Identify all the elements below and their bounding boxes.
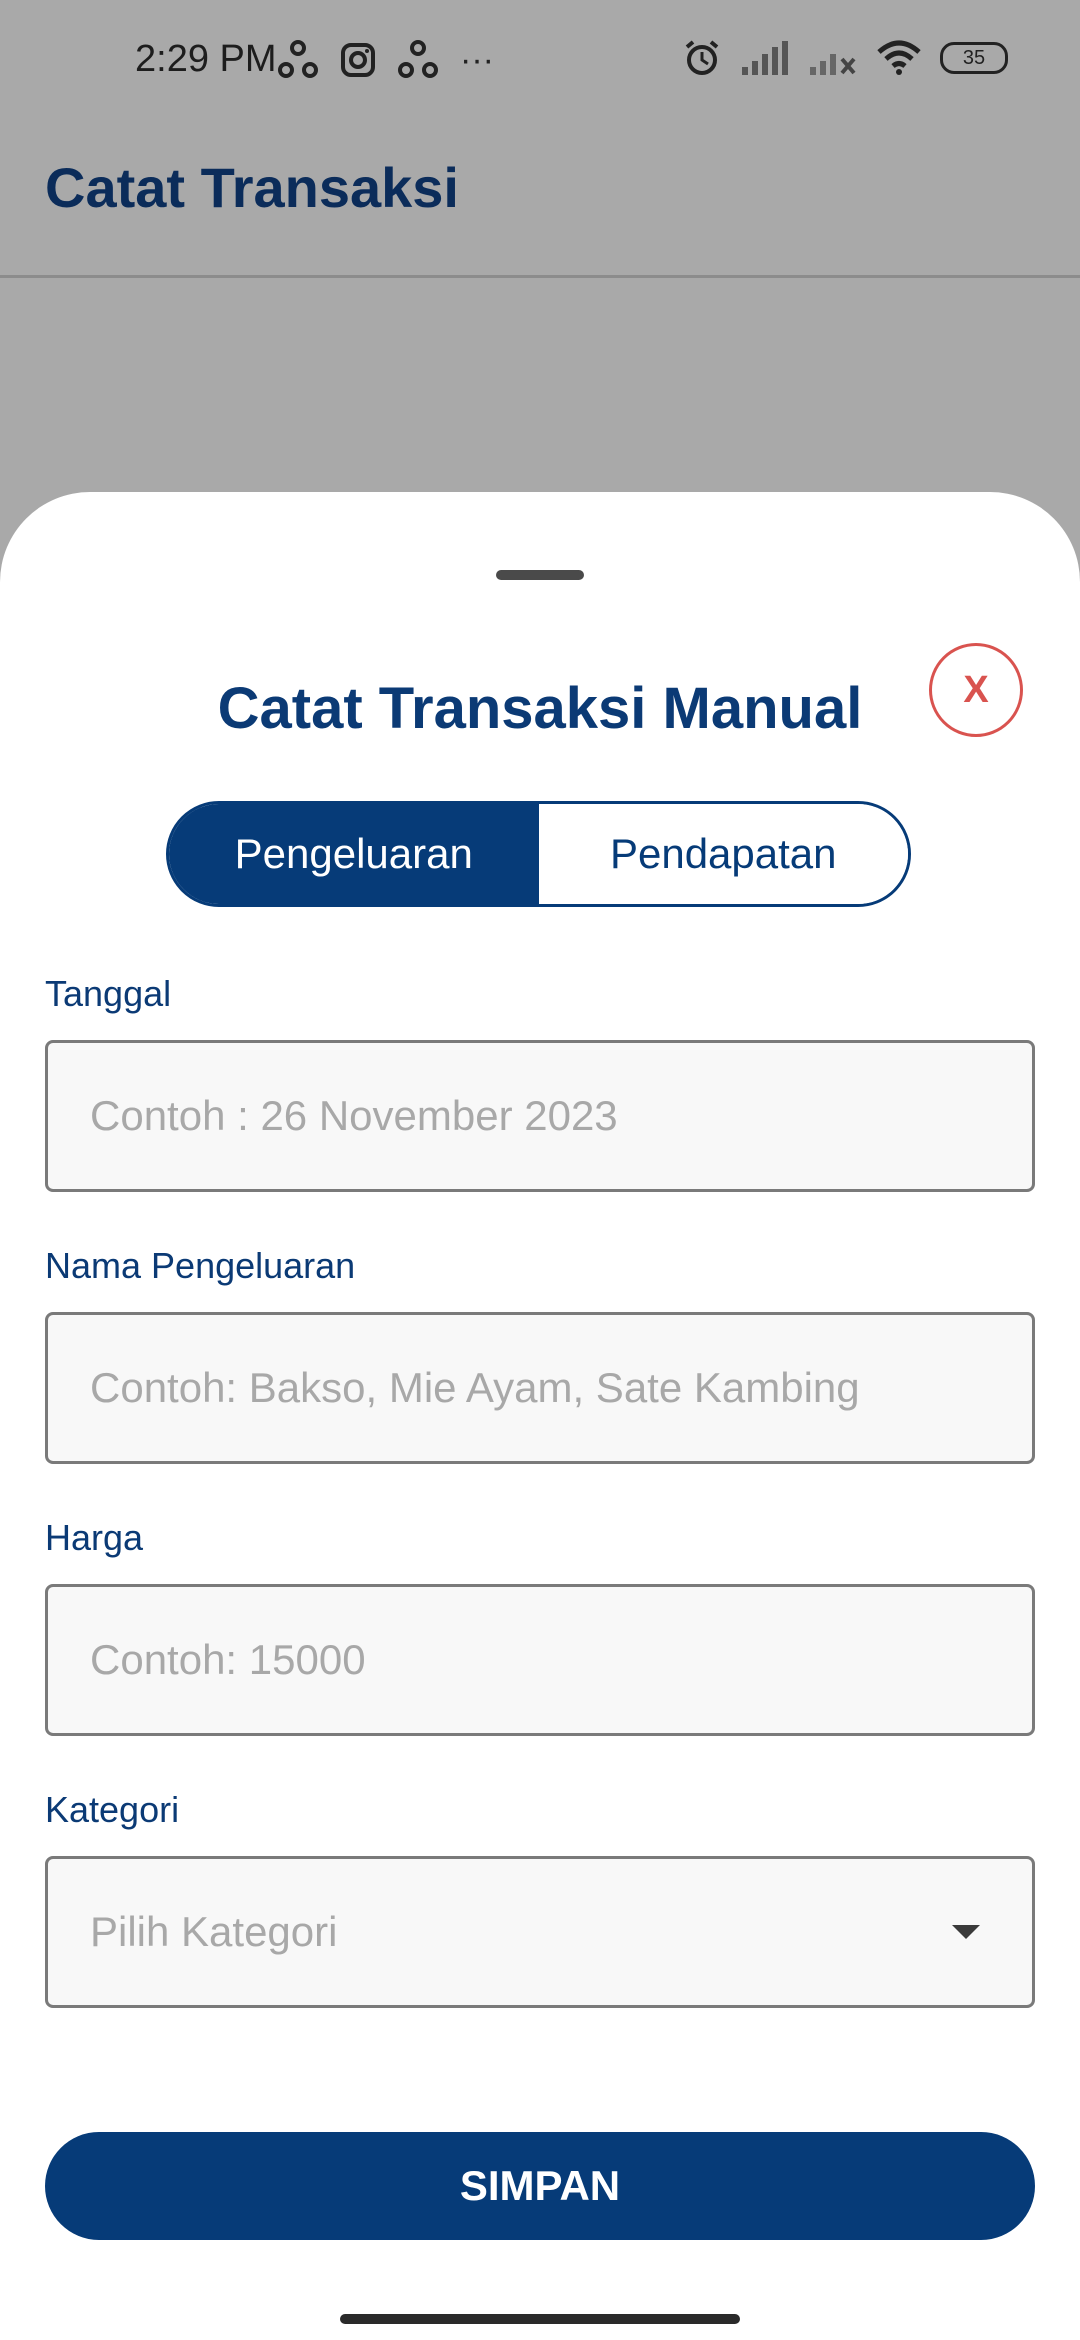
signal-no-service-icon: [810, 54, 856, 75]
tab-pendapatan[interactable]: Pendapatan: [538, 804, 908, 904]
transaction-type-toggle: Pengeluaran Pendapatan: [166, 801, 911, 907]
close-button[interactable]: X: [929, 643, 1023, 737]
tab-pengeluaran[interactable]: Pengeluaran: [169, 804, 539, 904]
system-icons: 35: [682, 38, 1008, 78]
expense-name-field[interactable]: [48, 1363, 992, 1413]
share-icon: [278, 40, 318, 78]
page-title: Catat Transaksi: [45, 156, 459, 219]
drag-handle[interactable]: [496, 570, 584, 580]
date-field[interactable]: [48, 1091, 992, 1141]
save-button[interactable]: SIMPAN: [45, 2132, 1035, 2240]
status-bar: 2:29 PM ··· 35: [0, 0, 1080, 125]
expense-name-container: [45, 1312, 1035, 1464]
wifi-icon: [877, 40, 921, 75]
notification-icons: ···: [278, 40, 494, 80]
date-label: Tanggal: [45, 973, 172, 1014]
screen: 2:29 PM ··· 35 Catat Transaksi Catat Tra…: [0, 0, 1080, 2340]
price-field[interactable]: [48, 1635, 992, 1685]
home-indicator: [340, 2314, 740, 2324]
price-field-container: [45, 1584, 1035, 1736]
app-bar: Catat Transaksi: [0, 125, 1080, 278]
signal-icon: [742, 41, 788, 75]
bottom-sheet: Catat Transaksi Manual X Pengeluaran Pen…: [0, 492, 1080, 2340]
category-label: Kategori: [45, 1789, 180, 1830]
category-select[interactable]: Pilih Kategori: [45, 1856, 1035, 2008]
more-notifications-icon: ···: [460, 40, 494, 79]
category-placeholder: Pilih Kategori: [90, 1908, 338, 1955]
date-field-container: [45, 1040, 1035, 1192]
price-label: Harga: [45, 1517, 144, 1558]
status-time: 2:29 PM: [135, 38, 277, 80]
chevron-down-icon: [952, 1925, 980, 1939]
instagram-icon: [341, 43, 375, 77]
sheet-title: Catat Transaksi Manual: [217, 676, 863, 741]
alarm-icon: [685, 40, 719, 75]
battery-icon: 35: [940, 42, 1008, 74]
expense-name-label: Nama Pengeluaran: [45, 1245, 356, 1286]
share-icon: [398, 40, 438, 78]
